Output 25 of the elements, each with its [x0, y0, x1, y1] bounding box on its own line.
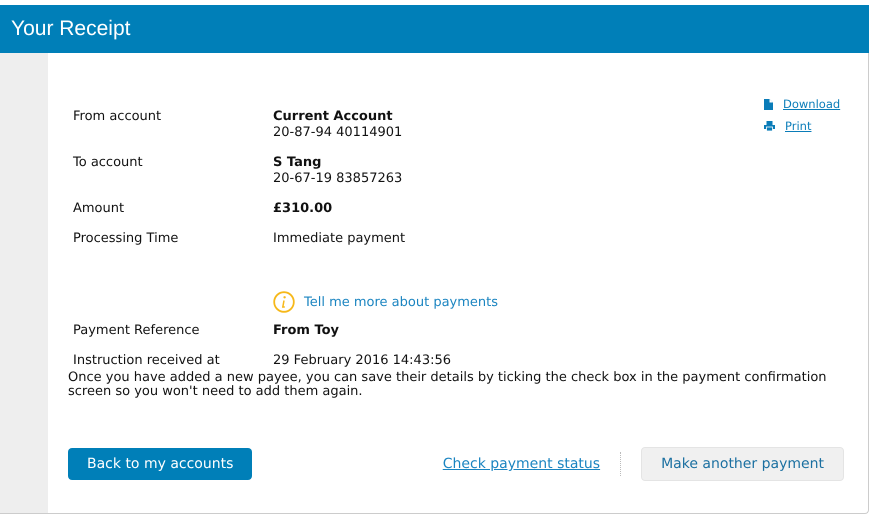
print-link[interactable]: Print [785, 119, 812, 133]
field-label: Processing Time [73, 231, 180, 246]
field-value: Current Account [273, 109, 394, 124]
printer-icon [764, 121, 775, 131]
field-label: To account [73, 155, 144, 172]
field-label: Amount [73, 201, 126, 216]
field-label: From account [73, 109, 162, 126]
field-value: £310.00 [273, 201, 334, 216]
payee-note: Once you have added a new payee, you can save their details by ticking the check box in the payment confirmation screen so you won't need to add them again. [68, 371, 828, 399]
field-value: S Tang [273, 155, 322, 170]
field-label: Payment Reference [73, 323, 201, 338]
field-label: Instruction received at [73, 353, 221, 368]
another-payment-button[interactable]: Make another payment [641, 447, 844, 481]
back-button[interactable]: Back to my accounts [68, 448, 252, 480]
document-icon [764, 98, 773, 110]
page-title: Your Receipt [11, 17, 130, 41]
payments-info-link[interactable]: Tell me more about payments [304, 294, 498, 310]
field-detail: 20-87-94 40114901 [273, 125, 404, 140]
field-value: Immediate payment [273, 231, 406, 246]
check-status-link[interactable]: Check payment status [442, 456, 600, 472]
download-link[interactable]: Download [783, 97, 840, 111]
info-icon [273, 291, 295, 313]
field-value: From Toy [273, 323, 340, 338]
field-value: 29 February 2016 14:43:56 [273, 353, 452, 368]
field-detail: 20-67-19 83857263 [273, 171, 404, 186]
